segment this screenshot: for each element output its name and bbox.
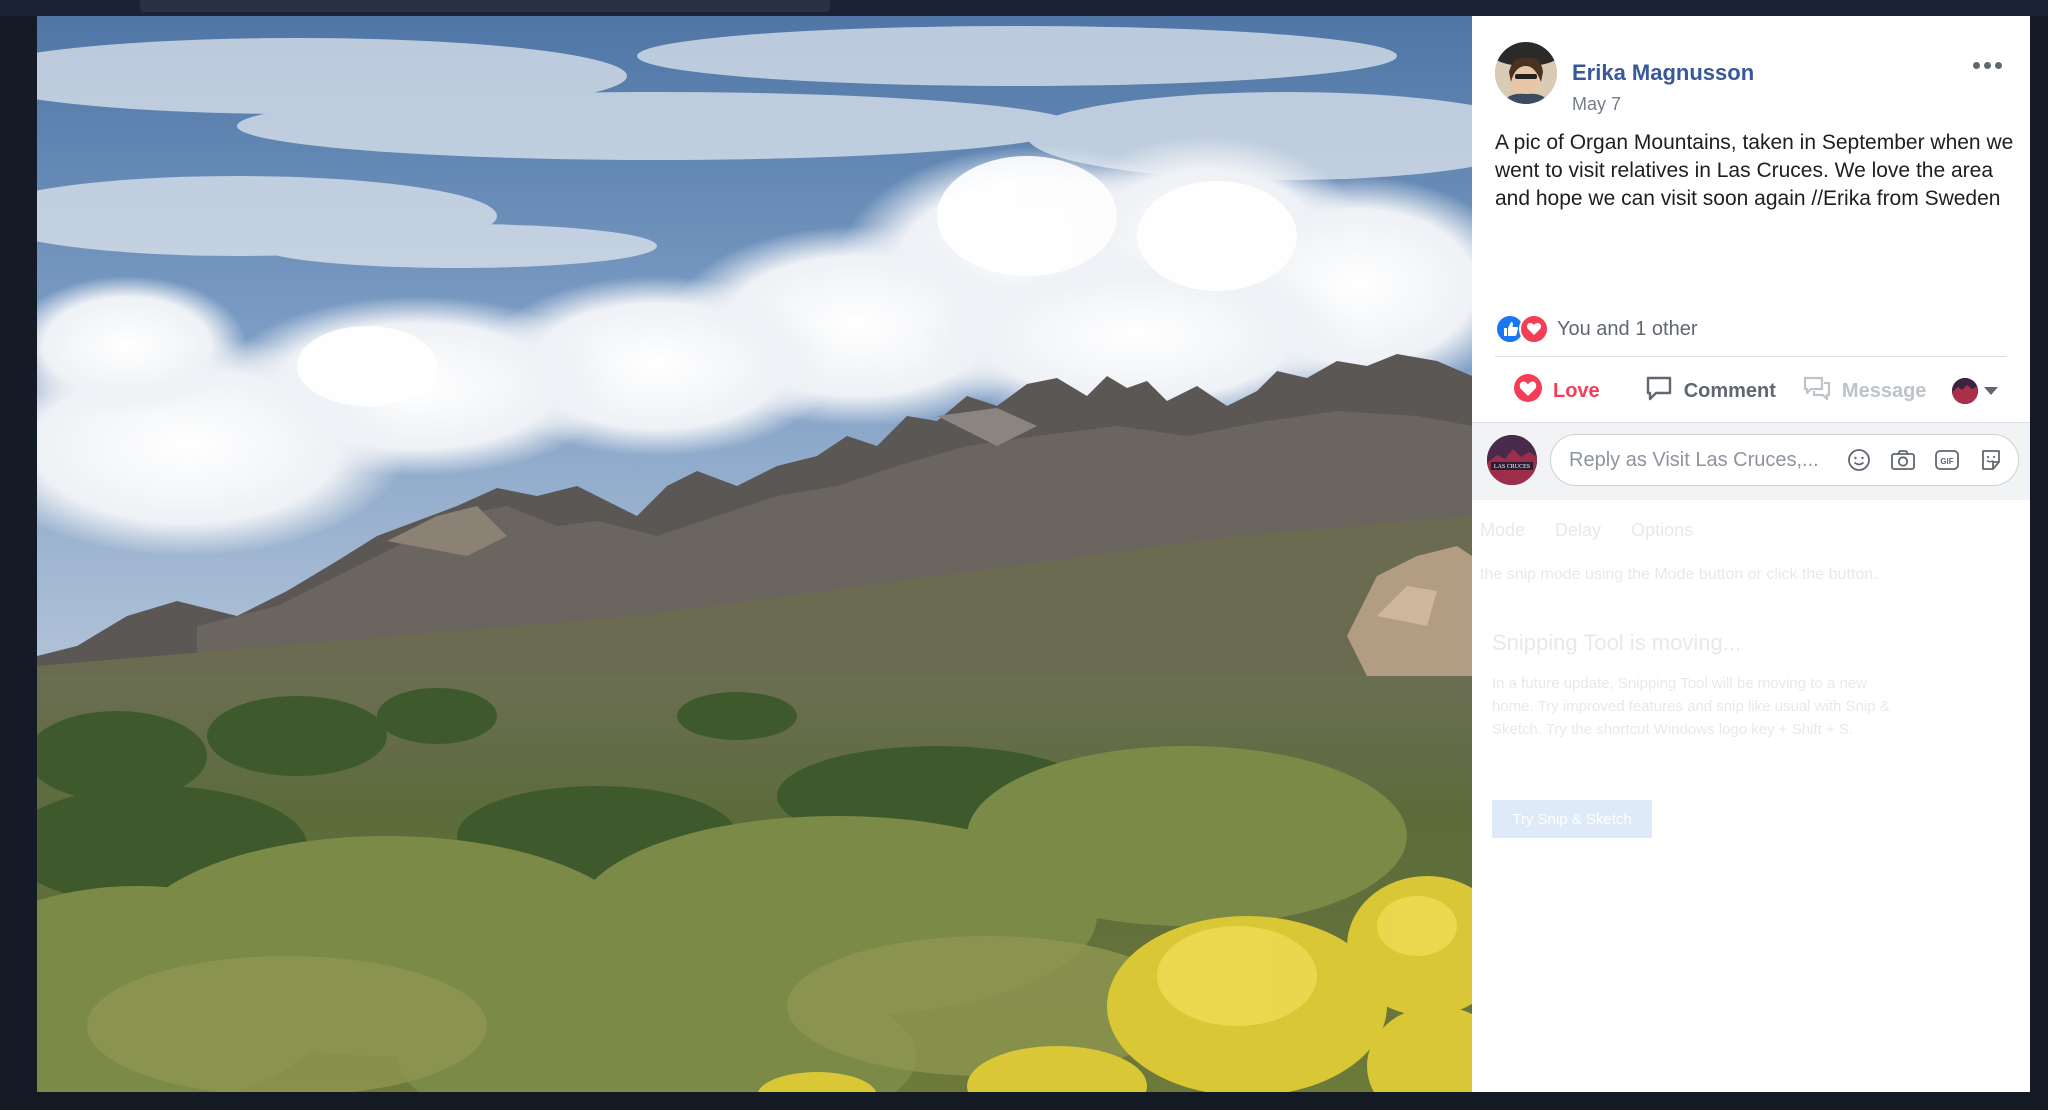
camera-icon[interactable] [1888, 445, 1918, 475]
comment-button[interactable]: Comment [1644, 373, 1776, 409]
sticker-icon[interactable] [1976, 445, 2006, 475]
emoji-icon[interactable] [1844, 445, 1874, 475]
gif-icon[interactable]: GIF [1932, 445, 1962, 475]
background-bottom-strip [0, 1092, 2048, 1110]
ghost-body: In a future update, Snipping Tool will b… [1492, 675, 1890, 738]
chevron-down-icon [1984, 387, 1998, 395]
message-button[interactable]: Message [1802, 373, 1927, 409]
comment-label: Comment [1683, 379, 1776, 402]
svg-text:LAS CRUCES: LAS CRUCES [1494, 464, 1530, 470]
ghost-toolbar: Mode Delay Options [1480, 520, 1693, 541]
background-top-bar [0, 0, 2048, 16]
page-avatar-small [1952, 378, 1978, 404]
page-avatar: LAS CRUCES [1487, 435, 1537, 485]
love-label: Love [1553, 379, 1600, 402]
reply-tools: GIF [1844, 445, 2006, 475]
reactions-summary[interactable]: You and 1 other [1495, 312, 1698, 346]
post-side-panel: Erika Magnusson May 7 A pic of Organ Mou… [1472, 16, 2030, 1092]
post-actions: Love Comment Message [1495, 366, 2006, 416]
love-button[interactable]: Love [1513, 373, 1600, 409]
heart-icon [1513, 373, 1543, 409]
background-window-ghost: Mode Delay Options the snip mode using t… [1472, 500, 1952, 860]
ghost-tab: Mode [1480, 520, 1526, 540]
author-name-link[interactable]: Erika Magnusson [1572, 60, 1754, 86]
author-photo-icon [1495, 42, 1557, 104]
reply-area: LAS CRUCES GIF [1472, 422, 2030, 500]
comment-icon [1644, 373, 1674, 409]
post-date[interactable]: May 7 [1572, 94, 1621, 115]
message-icon [1802, 373, 1832, 409]
more-options-icon[interactable] [1970, 56, 2004, 74]
divider [1495, 356, 2006, 357]
post-photo[interactable] [37, 16, 1472, 1092]
ghost-hint: the snip mode using the Mode button or c… [1480, 566, 1878, 583]
post-header: Erika Magnusson May 7 [1495, 42, 2010, 115]
svg-text:GIF: GIF [1940, 457, 1953, 466]
author-avatar[interactable] [1495, 42, 1557, 104]
reply-box: GIF [1550, 434, 2019, 486]
ghost-tab: Options [1631, 520, 1694, 540]
las-cruces-logo-icon: LAS CRUCES [1487, 435, 1537, 485]
ghost-tab: Delay [1555, 520, 1602, 540]
message-label: Message [1841, 379, 1927, 402]
background-bar-fragment [140, 0, 830, 12]
ghost-title: Snipping Tool is moving... [1492, 630, 1742, 655]
ghost-button: Try Snip & Sketch [1492, 800, 1652, 838]
reply-input[interactable] [1569, 448, 1844, 472]
photo-viewer: Erika Magnusson May 7 A pic of Organ Mou… [37, 16, 2030, 1092]
reactions-count-text: You and 1 other [1557, 317, 1698, 340]
post-text: A pic of Organ Mountains, taken in Septe… [1495, 131, 2014, 210]
page-switcher[interactable] [1952, 378, 1998, 404]
mountain-landscape-image [37, 16, 1472, 1092]
love-reaction-icon [1519, 314, 1549, 344]
